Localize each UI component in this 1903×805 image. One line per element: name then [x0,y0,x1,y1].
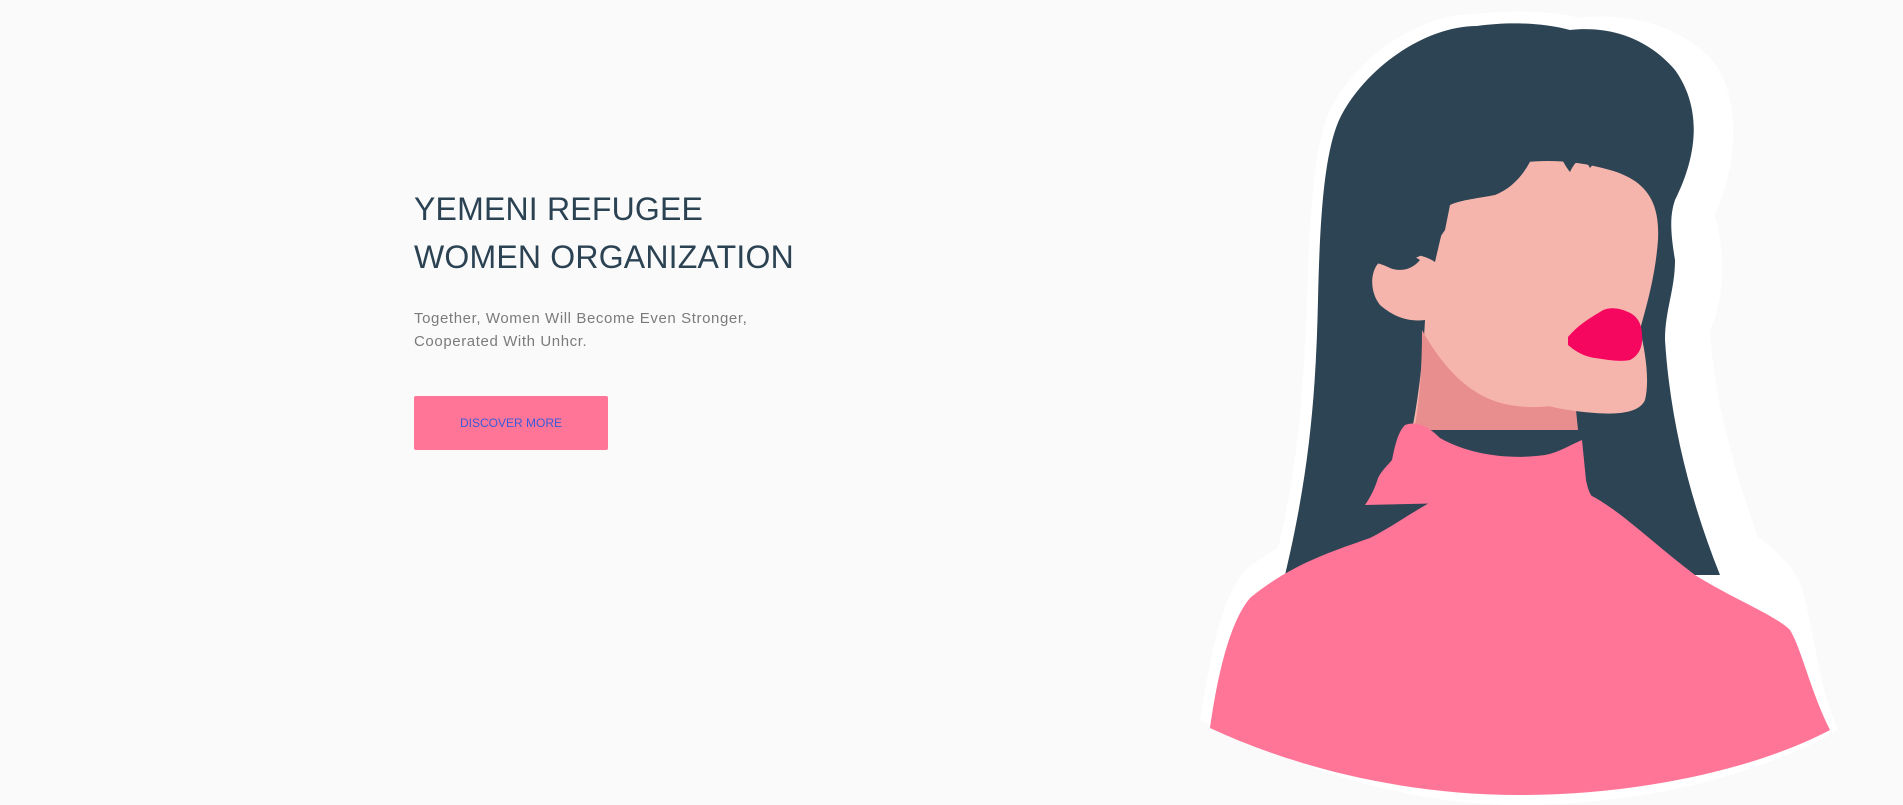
hero-subtitle-line-1: Together, Women Will Become Even Stronge… [414,310,748,327]
hero-section: YEMENI REFUGEE WOMEN ORGANIZATION Togeth… [0,0,1903,805]
hero-title-line-1: YEMENI REFUGEE [414,191,704,227]
discover-more-button[interactable]: DISCOVER MORE [414,396,608,450]
hero-subtitle-line-2: Cooperated With Unhcr. [414,333,588,350]
woman-portrait-illustration [1200,11,1838,805]
hero-subtitle: Together, Women Will Become Even Stronge… [414,307,934,353]
hero-title-line-2: WOMEN ORGANIZATION [414,239,794,275]
hero-title: YEMENI REFUGEE WOMEN ORGANIZATION [414,185,934,281]
hero-text-block: YEMENI REFUGEE WOMEN ORGANIZATION Togeth… [414,185,934,450]
